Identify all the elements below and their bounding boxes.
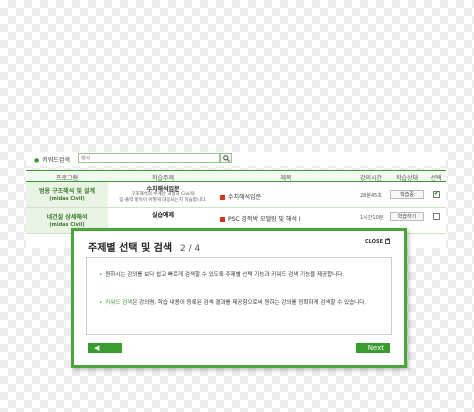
- header-status: 학습상태: [395, 175, 419, 182]
- header-select: 선택: [430, 175, 442, 182]
- header-topic: 학습주제: [151, 175, 175, 182]
- keyword-highlight: 키워드 검색: [105, 300, 133, 306]
- help-dialog: 주제별 선택 및 검색2 / 4 CLOSE •원하시는 강의를 보다 쉽고 빠…: [71, 228, 407, 368]
- search-input[interactable]: [78, 153, 220, 163]
- prev-arrow-icon: ◀: [94, 344, 100, 352]
- select-checkbox[interactable]: [433, 213, 440, 220]
- lecture-time: 1시간10분: [360, 215, 384, 221]
- page-indicator: 2 / 4: [180, 244, 201, 254]
- table-row: 범용 구조해석 및 설계 (midas Civil) 수치해석입문 구조해석의 …: [26, 182, 446, 208]
- topic-description: 구조해석의 수계산 과정과 Civil의 입·출력 항목이 어떻게 대응되는지 …: [119, 192, 207, 203]
- select-checkbox[interactable]: [433, 190, 440, 198]
- study-button[interactable]: 학습중: [390, 190, 424, 199]
- study-button[interactable]: 학습하기: [390, 212, 424, 221]
- search-button[interactable]: [220, 153, 232, 163]
- course-subtitle: (midas Civil): [49, 196, 85, 202]
- description-line: • 키워드 검색은 강의명, 학습 내용이 등록된 검색 결과를 제공함으로써 원…: [99, 300, 366, 306]
- bullet-icon: •: [99, 272, 103, 278]
- prev-button[interactable]: ◀ Prev: [88, 343, 122, 362]
- dialog-title: 주제별 선택 및 검색 2 / 4: [88, 243, 201, 254]
- search-icon: [223, 155, 230, 162]
- close-button[interactable]: CLOSE: [365, 237, 390, 245]
- keyword-search-bar: ● 키워드검색: [26, 152, 446, 166]
- next-arrow-icon: ▶: [378, 354, 384, 362]
- header-time: 강의시간: [359, 175, 383, 182]
- close-icon: [385, 237, 390, 244]
- next-button[interactable]: Next ▶: [356, 343, 390, 362]
- lecture-time: 28분45초: [360, 193, 382, 199]
- chapter-link[interactable]: 수치해석입문: [220, 192, 261, 201]
- keyword-search-label: ● 키워드검색: [34, 157, 70, 164]
- course-cell: 범용 구조해석 및 설계 (midas Civil): [26, 182, 108, 207]
- header-title: 제목: [280, 175, 292, 182]
- lecture-icon: [220, 195, 225, 200]
- header-program: 프로그램: [55, 175, 79, 182]
- lecture-icon: [220, 217, 225, 222]
- course-title: 네건설 상세해석: [46, 214, 88, 221]
- course-title: 범용 구조해석 및 설계: [39, 188, 95, 195]
- table-header: 프로그램 학습주제 제목 강의시간 학습상태 선택: [26, 170, 446, 182]
- bullet-icon: •: [99, 300, 103, 306]
- description-line: • 원하시는 강의를 보다 쉽고 빠르게 검색할 수 있도록 주제별 선택 기능과…: [99, 272, 344, 278]
- topic-title: 실습예제: [151, 212, 175, 219]
- dialog-body: • 원하시는 강의를 보다 쉽고 빠르게 검색할 수 있도록 주제별 선택 기능과…: [86, 257, 392, 335]
- chapter-link[interactable]: PSC 강적박 모델링 및 해석 I: [220, 214, 301, 223]
- bullet-icon: ●: [34, 157, 40, 164]
